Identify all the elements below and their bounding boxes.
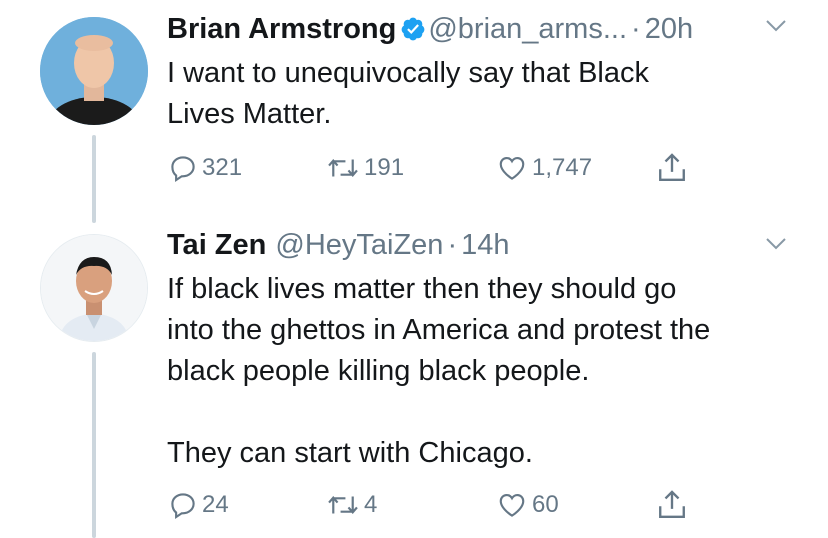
like-count: 60 xyxy=(532,491,559,518)
share-button[interactable] xyxy=(656,151,688,185)
retweet-icon xyxy=(328,496,358,514)
tweet-text: I want to unequivocally say that Black L… xyxy=(167,57,649,130)
share-icon xyxy=(659,490,685,518)
chevron-down-icon[interactable] xyxy=(764,236,788,257)
avatar[interactable] xyxy=(40,17,148,125)
reply-icon xyxy=(171,156,195,182)
retweet-icon xyxy=(328,159,358,177)
display-name[interactable]: Tai Zen xyxy=(167,229,266,261)
like-icon xyxy=(499,156,525,180)
like-count: 1,747 xyxy=(532,154,593,181)
like-button[interactable]: 1,747 xyxy=(496,153,592,183)
share-button[interactable] xyxy=(656,488,688,522)
verified-badge-icon xyxy=(400,16,426,50)
avatar-photo-icon xyxy=(41,235,147,341)
tweet[interactable]: Tai Zen @HeyTaiZen · 14h If black lives mat… xyxy=(0,222,828,538)
tweet-text: If black lives matter then they should g… xyxy=(167,273,711,469)
retweet-button[interactable]: 4 xyxy=(326,490,377,520)
reply-count: 24 xyxy=(202,491,229,518)
avatar-photo-icon xyxy=(40,17,148,125)
separator-dot: · xyxy=(447,229,458,261)
avatar[interactable] xyxy=(40,234,148,342)
retweet-count: 191 xyxy=(364,154,405,181)
reply-icon xyxy=(171,493,195,519)
timestamp[interactable]: 14h xyxy=(461,229,509,261)
retweet-button[interactable]: 191 xyxy=(326,153,404,183)
reply-button[interactable]: 321 xyxy=(168,153,242,183)
reply-count: 321 xyxy=(202,154,243,181)
user-handle[interactable]: @HeyTaiZen xyxy=(275,229,443,261)
display-name[interactable]: Brian Armstrong xyxy=(167,13,396,45)
tweet-header: Tai Zen @HeyTaiZen · 14h xyxy=(167,228,510,262)
separator-dot: · xyxy=(631,13,641,45)
share-icon xyxy=(659,153,685,181)
retweet-count: 4 xyxy=(364,491,378,518)
chevron-down-icon[interactable] xyxy=(764,18,788,39)
like-icon xyxy=(499,493,525,517)
timestamp[interactable]: 20h xyxy=(645,13,693,45)
like-button[interactable]: 60 xyxy=(496,490,559,520)
tweet[interactable]: Brian Armstrong @brian_arms... · 20h I want… xyxy=(0,0,828,210)
user-handle[interactable]: @brian_arms... xyxy=(428,13,627,45)
reply-button[interactable]: 24 xyxy=(168,490,229,520)
tweet-header: Brian Armstrong @brian_arms... · 20h xyxy=(167,12,693,50)
